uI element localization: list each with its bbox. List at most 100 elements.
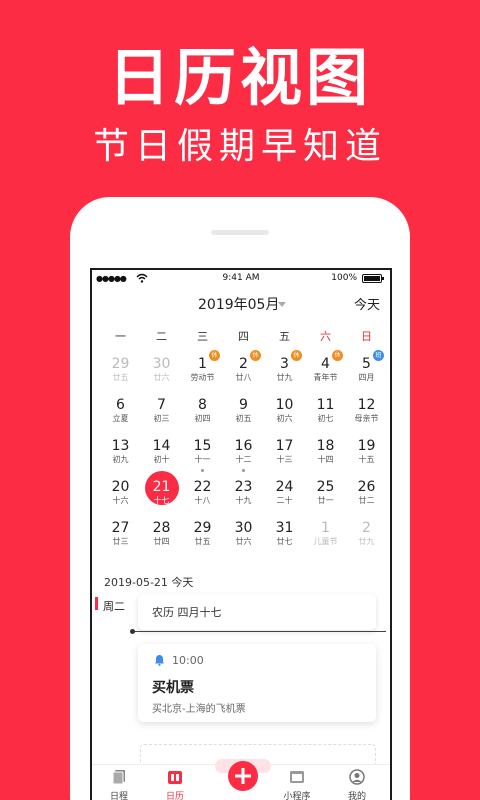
calendar-day[interactable]: 29 廿五: [182, 518, 223, 559]
tab-miniapp[interactable]: 小程序: [272, 765, 322, 800]
promo-title: 日历视图: [107, 41, 372, 114]
weekday-header: 一二三四五六日: [100, 328, 388, 344]
tab-miniapp-label: 小程序: [283, 792, 311, 800]
weekday-label: 四: [238, 330, 249, 343]
calendar-day-selected[interactable]: 21 十七: [141, 471, 182, 518]
calendar-day[interactable]: 12 母亲节: [346, 395, 387, 436]
calendar-day[interactable]: 20 十六: [100, 477, 141, 518]
calendar-day[interactable]: 25 廿一: [305, 477, 346, 518]
calendar-week-row: 6 立夏 7 初三 8 初四 9 初五 10 初六 11 初七 12 母亲节: [100, 395, 388, 436]
day-number: 13: [111, 438, 130, 454]
lunar-day: 廿三: [112, 537, 129, 546]
calendar-day[interactable]: 22 十八: [182, 477, 223, 518]
event-description: 买北京-上海的飞机票: [152, 704, 246, 715]
calendar-day[interactable]: 3 廿九休: [264, 350, 305, 395]
lunar-day: 廿七: [276, 537, 293, 546]
calendar-day[interactable]: 8 初四: [182, 395, 223, 436]
calendar-week-row: 27 廿三 28 廿四 29 廿五 30 廿六 31 廿七 1 儿童节 2 廿九: [100, 518, 388, 559]
lunar-day: 青年节: [313, 373, 338, 382]
add-event-button[interactable]: [228, 761, 258, 791]
calendar-day[interactable]: 6 立夏: [100, 395, 141, 436]
lunar-day: 二十: [276, 496, 293, 505]
calendar-day[interactable]: 27 廿三: [100, 518, 141, 559]
miniapp-icon: [290, 771, 304, 783]
calendar-day[interactable]: 10 初六: [264, 395, 305, 436]
tab-schedule[interactable]: 日程: [94, 765, 144, 800]
calendar-day[interactable]: 26 廿二: [346, 477, 387, 518]
calendar-day[interactable]: 30 廿六: [141, 354, 182, 395]
calendar-day[interactable]: 17 十三: [264, 436, 305, 477]
lunar-day: 廿九: [276, 373, 293, 382]
lunar-day: 初五: [235, 414, 252, 423]
current-time-line: [132, 631, 386, 632]
holiday-badge: 休: [250, 350, 261, 361]
weekday-label: 二: [156, 330, 167, 343]
calendar-day[interactable]: 9 初五: [223, 395, 264, 436]
event-card[interactable]: 10:00 买机票 买北京-上海的飞机票: [138, 644, 376, 722]
event-dot: [242, 469, 245, 472]
lunar-day: 初七: [317, 414, 334, 423]
calendar-day[interactable]: 24 二十: [264, 477, 305, 518]
lunar-day: 廿五: [112, 373, 129, 382]
today-button[interactable]: 今天: [354, 294, 380, 313]
weekday-label: 三: [197, 330, 208, 343]
weekday-label: 五: [279, 330, 290, 343]
lunar-day: 十三: [276, 455, 293, 464]
calendar-day[interactable]: 16 十二: [223, 436, 264, 477]
calendar-day[interactable]: 23 十九: [223, 477, 264, 518]
tab-profile[interactable]: 我的: [332, 765, 382, 800]
status-bar: ●●●●● 9:41 AM 100%: [92, 270, 390, 288]
calendar-day[interactable]: 13 初九: [100, 436, 141, 477]
calendar-day[interactable]: 11 初七: [305, 395, 346, 436]
weekday-label: 周二: [103, 600, 125, 613]
calendar-day[interactable]: 7 初三: [141, 395, 182, 436]
calendar-day[interactable]: 15 十一: [182, 436, 223, 477]
calendar-day[interactable]: 18 十四: [305, 436, 346, 477]
tab-bar: 日程 日历 小程序 我的: [92, 759, 390, 800]
day-number: 24: [275, 479, 294, 495]
calendar-day[interactable]: 29 廿五: [100, 354, 141, 395]
day-number: 30: [152, 356, 171, 372]
lunar-day: 立夏: [112, 414, 129, 423]
lunar-day: 十五: [358, 455, 375, 464]
calendar-day[interactable]: 30 廿六: [223, 518, 264, 559]
lunar-date-card: 农历 四月十七: [138, 594, 376, 630]
lunar-day: 廿六: [153, 373, 170, 382]
tab-calendar[interactable]: 日历: [150, 765, 200, 800]
calendar-icon: [168, 771, 182, 784]
lunar-day: 十八: [194, 496, 211, 505]
current-time-dot: [130, 629, 135, 634]
lunar-day: 廿五: [194, 537, 211, 546]
calendar-day[interactable]: 2 廿八休: [223, 350, 264, 395]
lunar-day: 十二: [235, 455, 252, 464]
calendar-day[interactable]: 31 廿七: [264, 518, 305, 559]
day-number: 11: [316, 397, 335, 413]
weekday-label: 六: [320, 330, 331, 343]
weekday-marker: [95, 597, 98, 610]
calendar-day[interactable]: 1 儿童节: [305, 518, 346, 559]
day-number: 31: [275, 520, 294, 536]
month-selector[interactable]: 2019年05月: [198, 294, 279, 314]
calendar-day[interactable]: 2 廿九: [346, 518, 387, 559]
lunar-day: 儿童节: [313, 537, 338, 546]
calendar-day[interactable]: 19 十五: [346, 436, 387, 477]
chevron-down-icon[interactable]: [278, 302, 286, 307]
calendar-day[interactable]: 28 廿四: [141, 518, 182, 559]
calendar-day[interactable]: 5 四月班: [346, 350, 387, 395]
weekday-label: 日: [361, 330, 372, 343]
day-number: 16: [234, 438, 253, 454]
calendar-day[interactable]: 1 劳动节休: [182, 350, 223, 395]
calendar-week-row: 20 十六 21 十七 22 十八 23 十九 24 二十 25 廿一 26 廿二: [100, 471, 388, 518]
day-number: 20: [111, 479, 130, 495]
day-number: 25: [316, 479, 335, 495]
day-number: 10: [275, 397, 294, 413]
calendar-week-row: 13 初九 14 初十 15 十一 16 十二 17 十三 18 十四 19 十五: [100, 436, 388, 477]
holiday-badge: 休: [332, 350, 343, 361]
lunar-day: 廿二: [358, 496, 375, 505]
calendar-day[interactable]: 4 青年节休: [305, 350, 346, 395]
day-number: 12: [357, 397, 376, 413]
day-number: 2: [362, 520, 371, 536]
calendar-grid: 29 廿五 30 廿六 1 劳动节休 2 廿八休 3 廿九休 4 青年节休 5 四月班 6 立夏 7 初三 8 初四 9…: [100, 350, 388, 559]
day-number: 9: [239, 397, 248, 413]
day-number: 19: [357, 438, 376, 454]
